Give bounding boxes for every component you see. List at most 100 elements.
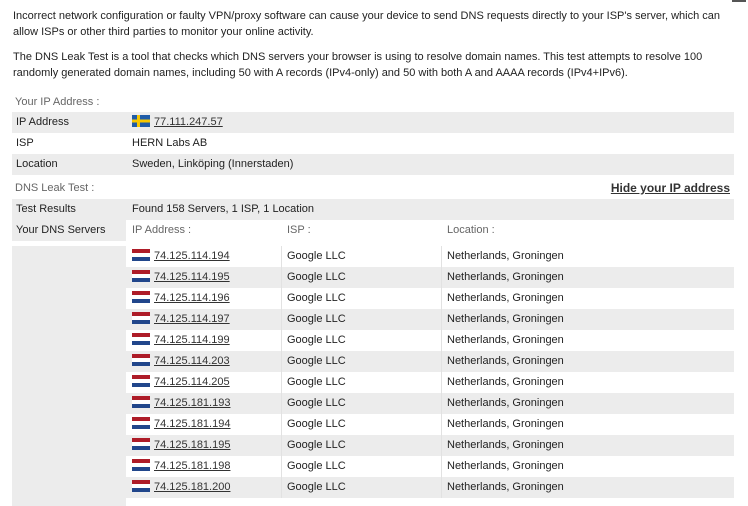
- dns-server-row: 74.125.114.196 Google LLC Netherlands, Gro…: [126, 288, 734, 309]
- dns-server-isp: Google LLC: [287, 376, 346, 388]
- column-divider: [281, 456, 282, 477]
- dns-server-ip-link[interactable]: 74.125.114.195: [154, 271, 230, 283]
- dns-server-location: Netherlands, Groningen: [447, 481, 564, 493]
- dns-server-isp: Google LLC: [287, 250, 346, 262]
- column-divider: [441, 351, 442, 372]
- column-divider: [441, 246, 442, 267]
- dns-servers-label-column: [12, 246, 126, 506]
- dns-server-ip-link[interactable]: 74.125.114.205: [154, 376, 230, 388]
- column-divider: [281, 393, 282, 414]
- dns-server-ip-link[interactable]: 74.125.114.194: [154, 250, 230, 262]
- netherlands-flag-icon: [132, 417, 150, 429]
- ip-section-header: Your IP Address :: [12, 92, 734, 112]
- dns-server-location: Netherlands, Groningen: [447, 355, 564, 367]
- ip-address-label: IP Address: [16, 116, 69, 128]
- column-divider: [441, 414, 442, 435]
- column-divider: [281, 372, 282, 393]
- dns-server-isp: Google LLC: [287, 439, 346, 451]
- dns-server-ip-link[interactable]: 74.125.181.193: [154, 397, 230, 409]
- dns-server-isp: Google LLC: [287, 481, 346, 493]
- dns-server-ip-link[interactable]: 74.125.114.197: [154, 313, 230, 325]
- netherlands-flag-icon: [132, 333, 150, 345]
- location-label: Location: [16, 158, 58, 170]
- dns-server-isp: Google LLC: [287, 313, 346, 325]
- dns-server-location: Netherlands, Groningen: [447, 460, 564, 472]
- netherlands-flag-icon: [132, 270, 150, 282]
- dns-server-row: 74.125.181.194 Google LLC Netherlands, Gro…: [126, 414, 734, 435]
- dns-server-location: Netherlands, Groningen: [447, 292, 564, 304]
- dns-server-isp: Google LLC: [287, 334, 346, 346]
- scroll-marker: [732, 0, 746, 2]
- column-divider: [281, 477, 282, 498]
- dns-server-isp: Google LLC: [287, 397, 346, 409]
- ip-address-row: IP Address 77.111.247.57: [12, 112, 734, 133]
- dns-server-ip-link[interactable]: 74.125.181.200: [154, 481, 230, 493]
- ip-section-title: Your IP Address :: [15, 96, 100, 108]
- dns-section-header: DNS Leak Test : Hide your IP address: [12, 178, 734, 198]
- dns-server-isp: Google LLC: [287, 355, 346, 367]
- test-results-row: Test Results Found 158 Servers, 1 ISP, 1…: [12, 199, 734, 220]
- dns-server-location: Netherlands, Groningen: [447, 250, 564, 262]
- isp-value: HERN Labs AB: [132, 137, 208, 149]
- dns-server-location: Netherlands, Groningen: [447, 376, 564, 388]
- dns-server-row: 74.125.181.195 Google LLC Netherlands, Gro…: [126, 435, 734, 456]
- test-results-value: Found 158 Servers, 1 ISP, 1 Location: [132, 203, 315, 215]
- ip-address-link[interactable]: 77.111.247.57: [154, 116, 223, 128]
- dns-server-row: 74.125.181.200 Google LLC Netherlands, Gro…: [126, 477, 734, 498]
- dns-server-isp: Google LLC: [287, 271, 346, 283]
- dns-server-row: 74.125.114.203 Google LLC Netherlands, Gro…: [126, 351, 734, 372]
- intro-paragraph-leak: Incorrect network configuration or fault…: [13, 10, 721, 38]
- column-divider: [441, 477, 442, 498]
- location-value: Sweden, Linköping (Innerstaden): [132, 158, 294, 170]
- netherlands-flag-icon: [132, 354, 150, 366]
- netherlands-flag-icon: [132, 396, 150, 408]
- dns-servers-label: Your DNS Servers: [12, 220, 126, 241]
- column-divider: [281, 267, 282, 288]
- column-divider: [441, 309, 442, 330]
- netherlands-flag-icon: [132, 375, 150, 387]
- col-header-ip: IP Address :: [132, 224, 192, 236]
- dns-server-location: Netherlands, Groningen: [447, 418, 564, 430]
- dns-servers-header-row: Your DNS Servers IP Address : ISP : Loca…: [12, 220, 734, 241]
- dns-server-ip-link[interactable]: 74.125.181.198: [154, 460, 230, 472]
- dns-server-row: 74.125.114.205 Google LLC Netherlands, Gro…: [126, 372, 734, 393]
- intro-paragraph-tool: The DNS Leak Test is a tool that checks …: [13, 51, 703, 79]
- netherlands-flag-icon: [132, 291, 150, 303]
- dns-server-ip-link[interactable]: 74.125.114.199: [154, 334, 230, 346]
- column-divider: [281, 309, 282, 330]
- dns-server-isp: Google LLC: [287, 418, 346, 430]
- location-row: Location Sweden, Linköping (Innerstaden): [12, 154, 734, 175]
- column-divider: [441, 288, 442, 309]
- dns-server-location: Netherlands, Groningen: [447, 313, 564, 325]
- hide-ip-link[interactable]: Hide your IP address: [611, 178, 730, 198]
- col-header-location: Location :: [447, 224, 495, 236]
- dns-server-location: Netherlands, Groningen: [447, 439, 564, 451]
- dns-server-ip-link[interactable]: 74.125.181.194: [154, 418, 230, 430]
- dns-servers-table: 74.125.114.194 Google LLC Netherlands, Gro…: [12, 246, 734, 506]
- dns-server-row: 74.125.114.197 Google LLC Netherlands, Gro…: [126, 309, 734, 330]
- dns-server-location: Netherlands, Groningen: [447, 271, 564, 283]
- column-divider: [441, 393, 442, 414]
- sweden-flag-icon: [132, 115, 150, 127]
- netherlands-flag-icon: [132, 312, 150, 324]
- dns-server-row: 74.125.181.198 Google LLC Netherlands, Gro…: [126, 456, 734, 477]
- dns-server-ip-link[interactable]: 74.125.181.195: [154, 439, 230, 451]
- netherlands-flag-icon: [132, 249, 150, 261]
- dns-section-title: DNS Leak Test :: [15, 182, 95, 194]
- test-results-label: Test Results: [16, 203, 76, 215]
- column-divider: [441, 456, 442, 477]
- column-divider: [441, 267, 442, 288]
- netherlands-flag-icon: [132, 438, 150, 450]
- isp-row: ISP HERN Labs AB: [12, 133, 734, 154]
- dns-server-ip-link[interactable]: 74.125.114.196: [154, 292, 230, 304]
- column-divider: [441, 372, 442, 393]
- column-divider: [281, 330, 282, 351]
- dns-server-ip-link[interactable]: 74.125.114.203: [154, 355, 230, 367]
- dns-server-row: 74.125.114.195 Google LLC Netherlands, Gro…: [126, 267, 734, 288]
- dns-server-location: Netherlands, Groningen: [447, 334, 564, 346]
- dns-server-isp: Google LLC: [287, 292, 346, 304]
- dns-server-row: 74.125.181.193 Google LLC Netherlands, Gro…: [126, 393, 734, 414]
- column-divider: [441, 330, 442, 351]
- netherlands-flag-icon: [132, 480, 150, 492]
- dns-server-row: 74.125.114.194 Google LLC Netherlands, Gro…: [126, 246, 734, 267]
